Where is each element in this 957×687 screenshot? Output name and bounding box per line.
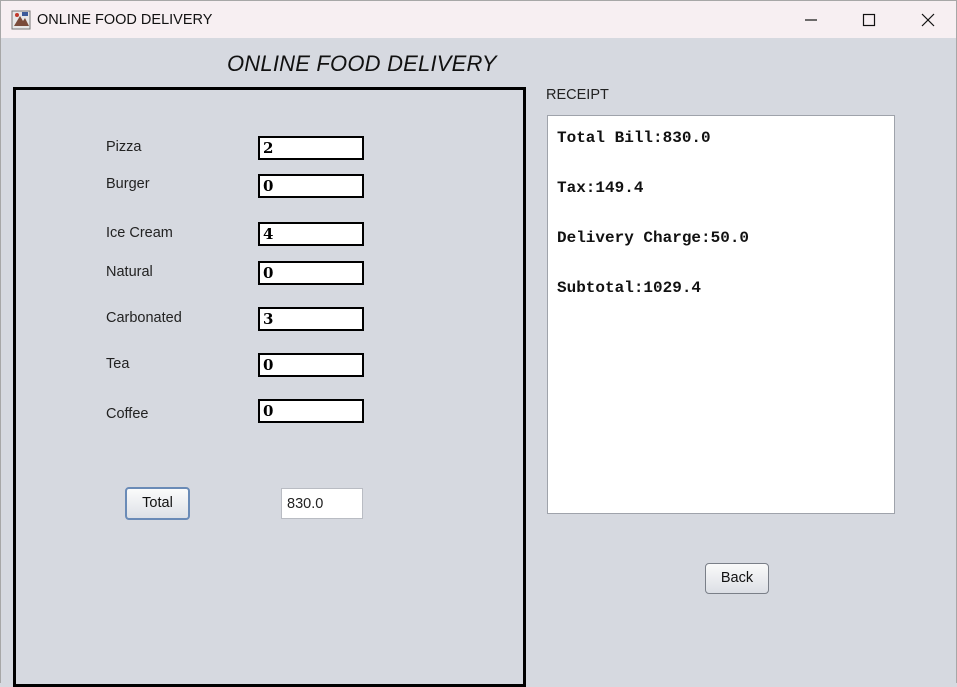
total-amount-field[interactable] xyxy=(281,488,363,519)
maximize-button[interactable] xyxy=(840,1,898,39)
minimize-button[interactable] xyxy=(782,1,840,39)
page-heading: ONLINE FOOD DELIVERY xyxy=(227,51,497,76)
burger-quantity-input[interactable] xyxy=(258,174,364,198)
item-label-pizza: Pizza xyxy=(106,139,142,155)
coffee-quantity-input[interactable] xyxy=(258,399,364,423)
close-button[interactable] xyxy=(899,1,957,39)
receipt-textarea[interactable]: Total Bill:830.0 Tax:149.4 Delivery Char… xyxy=(547,115,895,514)
window-title: ONLINE FOOD DELIVERY xyxy=(37,12,213,28)
item-label-natural: Natural xyxy=(106,264,153,280)
receipt-line-tax: Tax:149.4 xyxy=(557,179,644,197)
back-button[interactable]: Back xyxy=(705,563,769,594)
carbonated-quantity-input[interactable] xyxy=(258,307,364,331)
item-label-burger: Burger xyxy=(106,176,150,192)
window-titlebar[interactable]: ONLINE FOOD DELIVERY xyxy=(0,0,957,38)
natural-quantity-input[interactable] xyxy=(258,261,364,285)
pizza-quantity-input[interactable] xyxy=(258,136,364,160)
ice-cream-quantity-input[interactable] xyxy=(258,222,364,246)
item-label-tea: Tea xyxy=(106,356,130,372)
receipt-line-subtotal: Subtotal:1029.4 xyxy=(557,279,702,297)
item-label-ice-cream: Ice Cream xyxy=(106,225,173,241)
java-app-icon xyxy=(11,10,31,30)
receipt-label: RECEIPT xyxy=(546,87,609,103)
total-button[interactable]: Total xyxy=(125,487,190,520)
item-label-coffee: Coffee xyxy=(106,406,149,422)
tea-quantity-input[interactable] xyxy=(258,353,364,377)
receipt-line-delivery-charge: Delivery Charge:50.0 xyxy=(557,229,750,247)
item-label-carbonated: Carbonated xyxy=(106,310,182,326)
receipt-line-total-bill: Total Bill:830.0 xyxy=(557,129,711,147)
